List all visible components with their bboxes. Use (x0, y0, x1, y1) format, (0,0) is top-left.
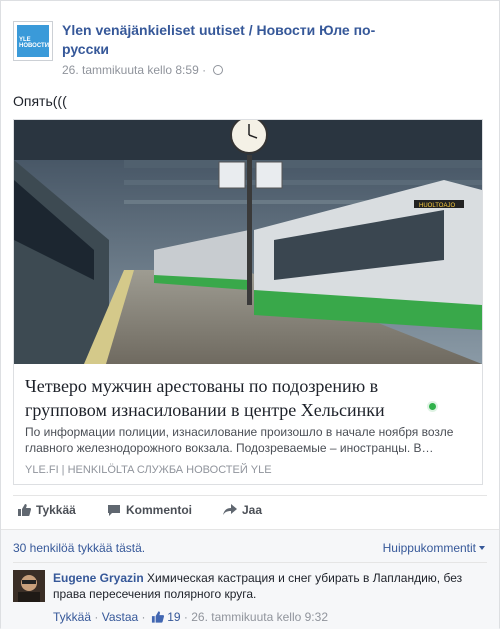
feedback-section: 30 henkilöä tykkää tästä. Huippukommenti… (1, 529, 499, 629)
yle-logo-icon: YLE НОВОСТИ (17, 25, 49, 57)
link-preview[interactable]: HUOLTOAJO Четверо мужчин арестованы по п… (13, 119, 483, 485)
page-name-link[interactable]: Ylen venäjänkieliset uutiset / Новости Ю… (62, 21, 382, 59)
comment-button[interactable]: Kommentoi (107, 503, 192, 517)
comment-sort-dropdown[interactable]: Huippukommentit (383, 541, 485, 555)
comment-actions: Tykkää · Vastaa · 19 · 26. tammikuuta ke… (53, 610, 328, 624)
comment-like-count[interactable]: 19 (149, 610, 181, 624)
meta-separator: · (202, 63, 207, 77)
comment-body: Eugene Gryazin Химическая кастрация и сн… (53, 570, 483, 602)
post-card: YLE НОВОСТИ Ylen venäjänkieliset uutiset… (0, 0, 500, 629)
post-actions: Tykkää Kommentoi Jaa (13, 501, 483, 523)
link-description: По информации полиции, изнасилование про… (25, 425, 454, 455)
comment-reply-link[interactable]: Vastaa (102, 610, 138, 624)
share-arrow-icon (223, 504, 237, 515)
likes-count-link[interactable]: 30 henkilöä tykkää tästä. (13, 541, 145, 555)
share-button[interactable]: Jaa (223, 503, 262, 517)
post-timestamp[interactable]: 26. tammikuuta kello 8:59 (62, 63, 199, 77)
train-destination-sign: HUOLTOAJO (419, 203, 455, 209)
comment-sep-3: · (183, 610, 188, 624)
thumbs-up-icon (151, 611, 164, 623)
like-button[interactable]: Tykkää (17, 503, 76, 517)
actions-divider-top (13, 495, 487, 496)
post-text: Опять((( (13, 93, 67, 109)
link-source[interactable]: YLE.FI | HENKILÖLTA СЛУЖБА НОВОСТЕЙ YLE (25, 464, 272, 476)
comment-timestamp[interactable]: 26. tammikuuta kello 9:32 (191, 610, 328, 624)
post-header: YLE НОВОСТИ Ylen venäjänkieliset uutiset… (13, 13, 487, 77)
comment-author-link[interactable]: Eugene Gryazin (53, 571, 144, 585)
caret-down-icon (479, 546, 485, 550)
link-image[interactable]: HUOLTOAJO (14, 120, 482, 364)
yle-badge-icon (427, 401, 438, 412)
thumbs-up-icon (18, 504, 31, 516)
page-avatar[interactable]: YLE НОВОСТИ (13, 21, 53, 61)
globe-icon[interactable] (213, 65, 224, 75)
link-headline[interactable]: Четверо мужчин арестованы по подозрению … (25, 374, 445, 422)
comment-sep-1: · (94, 610, 99, 624)
comment-like-link[interactable]: Tykkää (53, 610, 91, 624)
comment-sep-2: · (141, 610, 146, 624)
comment-icon (108, 505, 120, 516)
commenter-avatar[interactable] (13, 570, 45, 602)
comments-divider (13, 562, 487, 563)
post-meta: 26. tammikuuta kello 8:59 · (62, 63, 224, 77)
